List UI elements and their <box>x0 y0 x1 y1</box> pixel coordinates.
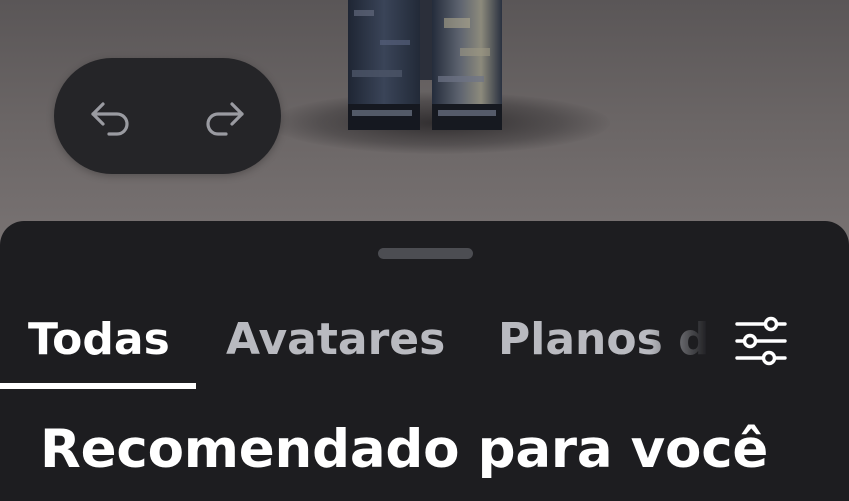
avatar-legs-jeans <box>348 0 502 130</box>
sliders-icon <box>735 316 787 366</box>
tab-planos-de-fundo[interactable]: Planos de fundo <box>498 309 708 371</box>
undo-redo-controls <box>54 58 281 174</box>
undo-arrow-icon <box>91 102 129 136</box>
redo-arrow-icon <box>206 102 244 136</box>
section-title-recommended: Recomendado para você <box>40 419 769 480</box>
filter-button[interactable] <box>728 313 794 369</box>
tab-todas[interactable]: Todas <box>28 309 170 371</box>
category-tabs: Todas Avatares Planos de fundo <box>0 309 849 393</box>
tab-avatares[interactable]: Avatares <box>226 309 445 371</box>
sheet-drag-handle[interactable] <box>378 248 473 259</box>
undo-button[interactable] <box>89 96 133 136</box>
redo-button[interactable] <box>202 96 246 136</box>
catalog-bottom-sheet: Todas Avatares Planos de fundo Recomenda… <box>0 221 849 501</box>
active-tab-indicator <box>0 383 196 389</box>
